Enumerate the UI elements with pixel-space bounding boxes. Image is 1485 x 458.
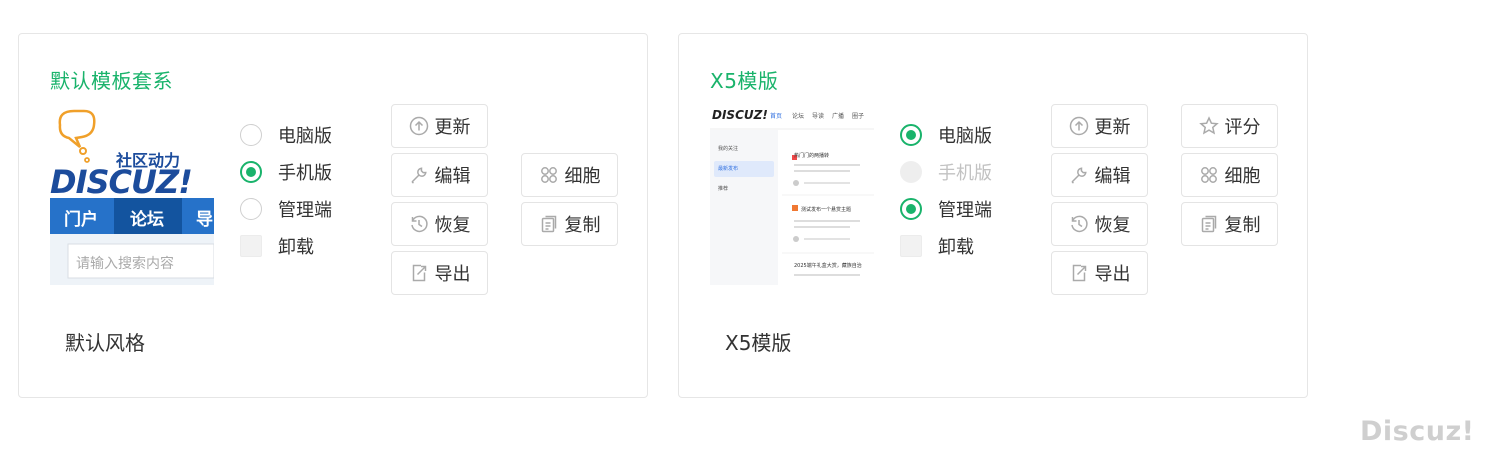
template-options: 电脑版 手机版 管理端 卸载 (900, 116, 992, 264)
template-card-x5: X5模版 DISCUZ! 首页 论坛 导读 广播 圈子 我的关注 最新发布 推荐… (678, 33, 1308, 398)
radio-mobile (900, 160, 922, 183)
option-admin[interactable]: 管理端 (240, 190, 332, 227)
thumb-logo-text: DISCUZ! (712, 108, 768, 122)
thumb-nav-item: 广播 (832, 113, 845, 120)
button-label: 导出 (1094, 264, 1131, 285)
template-thumbnail[interactable]: DISCUZ! 首页 论坛 导读 广播 圈子 我的关注 最新发布 推荐 热门门的… (710, 105, 874, 285)
option-pc[interactable]: 电脑版 (900, 116, 992, 153)
option-label: 卸载 (278, 236, 314, 258)
button-label: 评分 (1224, 117, 1261, 138)
template-thumbnail[interactable]: 社区动力 DISCUZ! 门户 论坛 导 请输入搜索内容 (50, 105, 214, 285)
cell-button[interactable]: 细胞 (1181, 153, 1278, 197)
button-label: 更新 (434, 117, 471, 138)
template-options: 电脑版 手机版 管理端 卸载 (240, 116, 332, 264)
option-label: 手机版 (278, 162, 332, 184)
template-card-default: 默认模板套系 社区动力 DISCUZ! 门户 论坛 导 请输入搜索内容 电脑版 … (18, 33, 648, 398)
thumb-side-item: 最新发布 (718, 166, 739, 172)
thumb-side-item: 推荐 (718, 186, 729, 192)
upload-circle-icon (409, 116, 428, 136)
thumb-post-title: 2025端午礼盒大赏，藏族自治 (794, 263, 862, 269)
export-icon (412, 264, 426, 282)
update-button[interactable]: 更新 (1051, 104, 1148, 148)
history-icon (410, 215, 428, 233)
star-icon (1198, 116, 1219, 135)
thumb-side-item: 我的关注 (718, 146, 739, 152)
radio-pc[interactable] (900, 123, 922, 146)
checkbox-uninstall[interactable] (900, 234, 922, 257)
button-label: 细胞 (1224, 166, 1261, 187)
thumb-search-placeholder: 请输入搜索内容 (76, 256, 174, 272)
button-label: 恢复 (434, 215, 471, 236)
thumb-post-title: 热门门的两播转 (794, 153, 830, 159)
x5-page-preview (710, 105, 874, 285)
button-label: 更新 (1094, 117, 1131, 138)
checkbox-uninstall[interactable] (240, 234, 262, 257)
card-title: 默认模板套系 (50, 69, 173, 93)
thumb-nav-item: 论坛 (792, 113, 805, 120)
button-label: 复制 (564, 215, 601, 236)
button-label: 复制 (1224, 215, 1261, 236)
thumb-nav-item: 圈子 (852, 113, 865, 120)
upload-circle-icon (1069, 116, 1088, 136)
thumb-logo-text: DISCUZ! (50, 163, 193, 201)
cells-grid-icon (1200, 167, 1217, 183)
edit-button[interactable]: 编辑 (391, 153, 488, 197)
option-uninstall[interactable]: 卸载 (900, 227, 992, 264)
update-button[interactable]: 更新 (391, 104, 488, 148)
option-uninstall[interactable]: 卸载 (240, 227, 332, 264)
export-button[interactable]: 导出 (1051, 251, 1148, 295)
option-admin[interactable]: 管理端 (900, 190, 992, 227)
copy-icon (541, 215, 556, 233)
wrench-icon (410, 167, 427, 184)
radio-admin[interactable] (240, 197, 262, 220)
thumb-post-title: 测试发布一个悬赏主题 (801, 207, 852, 213)
option-pc[interactable]: 电脑版 (240, 116, 332, 153)
option-label: 电脑版 (938, 125, 992, 147)
cells-grid-icon (540, 167, 557, 183)
option-label: 管理端 (938, 199, 992, 221)
export-icon (1072, 264, 1086, 282)
restore-button[interactable]: 恢复 (1051, 202, 1148, 246)
thumb-nav-item: 导读 (812, 113, 825, 120)
radio-pc[interactable] (240, 123, 262, 146)
button-label: 细胞 (564, 166, 601, 187)
thumb-nav-item: 论坛 (130, 210, 164, 230)
option-label: 电脑版 (278, 125, 332, 147)
edit-button[interactable]: 编辑 (1051, 153, 1148, 197)
button-label: 导出 (434, 264, 471, 285)
card-title: X5模版 (710, 69, 779, 93)
thumb-nav-item: 首页 (770, 113, 783, 120)
button-label: 编辑 (434, 166, 471, 187)
option-label: 卸载 (938, 236, 974, 258)
copy-button[interactable]: 复制 (1181, 202, 1278, 246)
style-name: X5模版 (725, 331, 792, 355)
discuz-watermark: Discuz! (1360, 416, 1475, 447)
history-icon (1070, 215, 1088, 233)
radio-admin[interactable] (900, 197, 922, 220)
copy-icon (1201, 215, 1216, 233)
cell-button[interactable]: 细胞 (521, 153, 618, 197)
thumb-nav-item: 门户 (64, 210, 98, 230)
rate-button[interactable]: 评分 (1181, 104, 1278, 148)
option-mobile: 手机版 (900, 153, 992, 190)
button-label: 恢复 (1094, 215, 1131, 236)
radio-mobile[interactable] (240, 160, 262, 183)
style-name: 默认风格 (65, 331, 145, 355)
button-label: 编辑 (1094, 166, 1131, 187)
option-label: 手机版 (938, 162, 992, 184)
option-label: 管理端 (278, 199, 332, 221)
export-button[interactable]: 导出 (391, 251, 488, 295)
wrench-icon (1070, 167, 1087, 184)
thumb-nav-item: 导 (196, 210, 213, 230)
restore-button[interactable]: 恢复 (391, 202, 488, 246)
option-mobile[interactable]: 手机版 (240, 153, 332, 190)
copy-button[interactable]: 复制 (521, 202, 618, 246)
